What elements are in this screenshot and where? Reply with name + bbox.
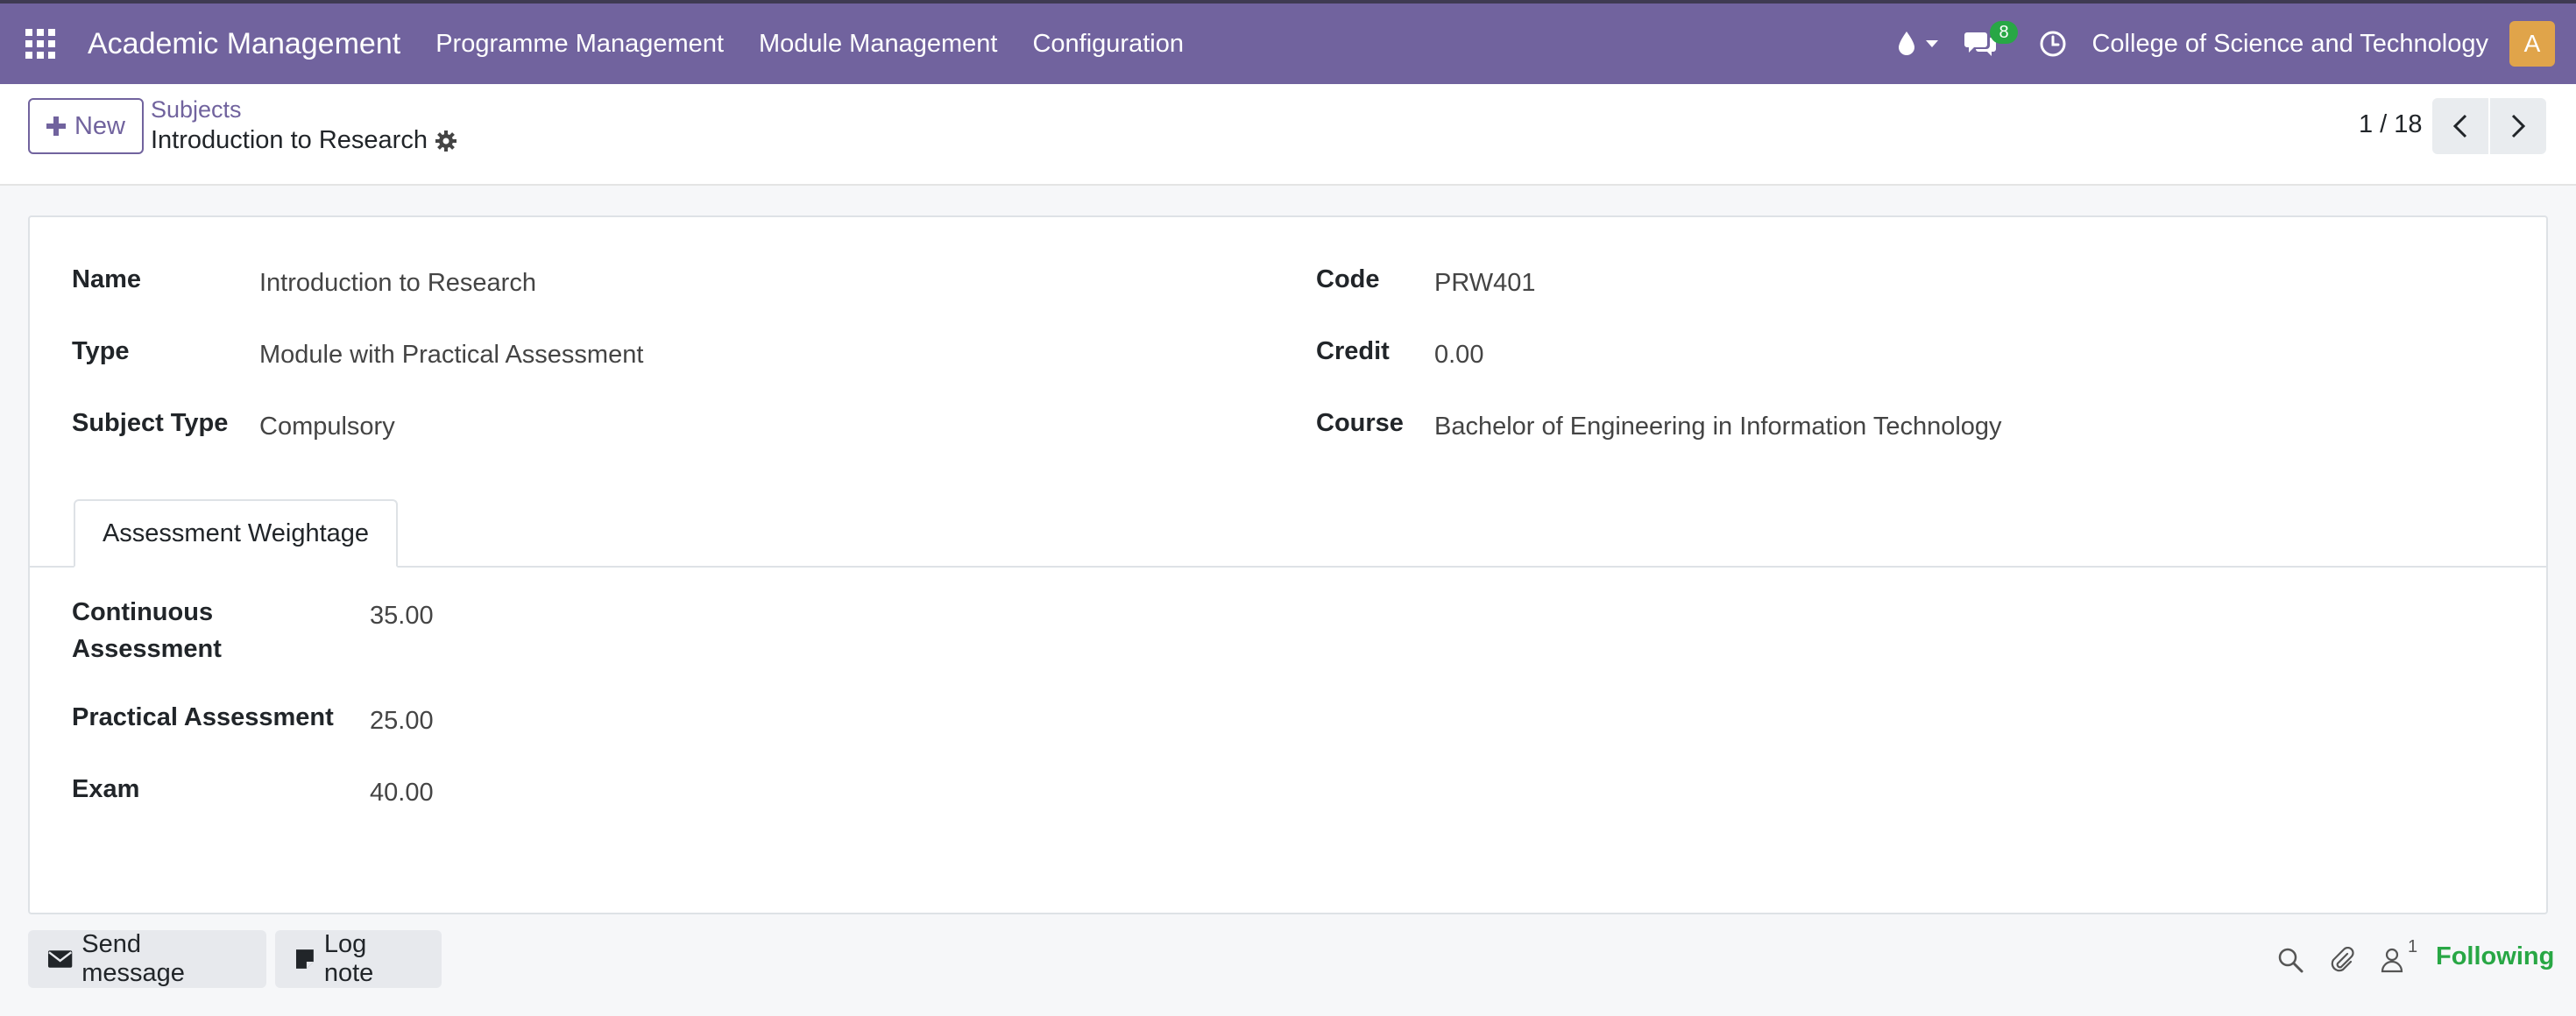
name-label: Name — [72, 265, 141, 293]
log-note-label: Log note — [323, 930, 374, 987]
continuous-assessment-field[interactable]: 35.00 — [370, 597, 434, 634]
navbar-systray: 8 College of Science and Technology A — [1885, 4, 2576, 84]
plus-icon — [46, 116, 66, 136]
breadcrumb-current: Introduction to Research — [151, 126, 457, 155]
practical-assessment-field[interactable]: 25.00 — [370, 702, 434, 739]
droplet-icon — [1899, 32, 1915, 55]
search-icon — [2278, 948, 2304, 973]
messages-button[interactable]: 8 — [1951, 4, 2027, 84]
continuous-label-line2: Assessment — [72, 635, 222, 663]
search-messages-button[interactable] — [2273, 942, 2308, 977]
control-panel: New Subjects Introduction to Research 1 … — [0, 84, 2576, 186]
followers-button[interactable] — [2374, 942, 2410, 977]
subject-type-label: Subject Type — [72, 409, 229, 437]
tabs-divider — [30, 566, 2546, 568]
company-switcher[interactable]: College of Science and Technology — [2079, 30, 2509, 59]
user-avatar[interactable]: A — [2509, 21, 2555, 67]
chevron-right-icon — [2511, 114, 2526, 138]
pager-next-button[interactable] — [2490, 98, 2546, 154]
course-label: Course — [1316, 409, 1404, 437]
continuous-assessment-label: Continuous Assessment — [72, 594, 222, 667]
practical-assessment-label: Practical Assessment — [72, 703, 334, 731]
type-field[interactable]: Module with Practical Assessment — [259, 336, 643, 373]
gear-icon[interactable] — [435, 130, 457, 152]
tab-assessment-weightage[interactable]: Assessment Weightage — [74, 499, 398, 568]
course-field[interactable]: Bachelor of Engineering in Information T… — [1434, 408, 2002, 445]
code-field[interactable]: PRW401 — [1434, 265, 1536, 301]
note-icon — [295, 949, 314, 969]
new-button-label: New — [74, 111, 125, 140]
menu-programme-management[interactable]: Programme Management — [418, 4, 741, 84]
log-note-button[interactable]: Log note — [275, 930, 442, 988]
envelope-icon — [47, 950, 73, 968]
attachments-button[interactable] — [2325, 942, 2360, 977]
activities-button[interactable] — [2027, 4, 2079, 84]
pager-value[interactable]: 1 / 18 — [2359, 110, 2423, 139]
code-label: Code — [1316, 265, 1380, 293]
send-message-button[interactable]: Send message — [28, 930, 266, 988]
chevron-left-icon — [2452, 114, 2467, 138]
following-button[interactable]: Following — [2436, 942, 2554, 971]
messages-badge: 8 — [1990, 21, 2018, 44]
person-icon — [2381, 948, 2403, 973]
record-title: Introduction to Research — [151, 126, 428, 154]
continuous-label-line1: Continuous — [72, 598, 214, 626]
caret-down-icon — [1926, 40, 1939, 47]
breadcrumb-subjects[interactable]: Subjects — [151, 96, 242, 123]
type-label: Type — [72, 337, 130, 365]
menu-module-management[interactable]: Module Management — [741, 4, 1015, 84]
menu-configuration[interactable]: Configuration — [1015, 4, 1201, 84]
name-field[interactable]: Introduction to Research — [259, 265, 536, 301]
send-message-label: Send message — [81, 930, 185, 987]
paperclip-icon — [2331, 947, 2354, 972]
app-brand[interactable]: Academic Management — [88, 27, 400, 61]
main-navbar: Academic Management Programme Management… — [0, 0, 2576, 84]
credit-field[interactable]: 0.00 — [1434, 336, 1483, 373]
exam-label: Exam — [72, 775, 140, 803]
activity-dropdown[interactable] — [1885, 4, 1951, 84]
form-sheet: Name Introduction to Research Type Modul… — [28, 215, 2548, 914]
credit-label: Credit — [1316, 337, 1390, 365]
new-button[interactable]: New — [28, 98, 144, 154]
clock-icon — [2040, 31, 2066, 57]
follower-count: 1 — [2408, 937, 2418, 956]
pager-previous-button[interactable] — [2432, 98, 2488, 154]
apps-grid-icon — [25, 29, 55, 59]
exam-field[interactable]: 40.00 — [370, 774, 434, 811]
app-menu-button[interactable] — [0, 4, 81, 84]
subject-type-field[interactable]: Compulsory — [259, 408, 395, 445]
